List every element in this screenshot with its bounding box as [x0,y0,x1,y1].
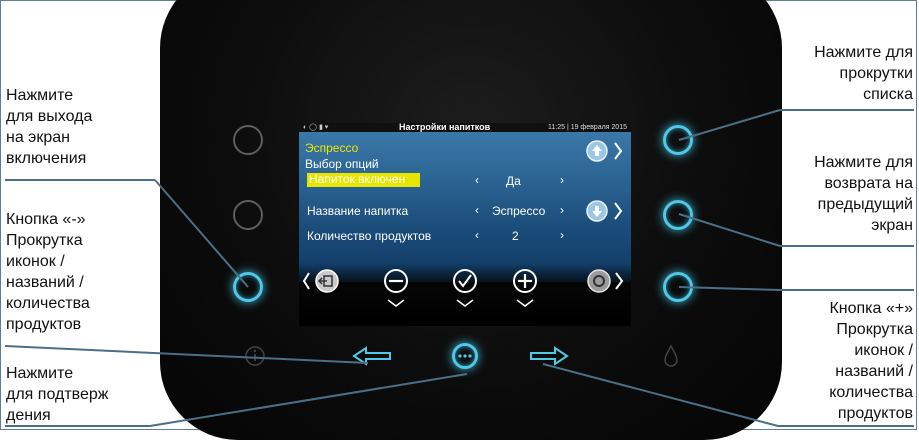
annotation-plus: Кнопка «+» Прокрутка иконок / названий /… [829,300,913,422]
annotation-lines [4,109,914,427]
annotation-minus: Кнопка «-» Прокрутка иконок / названий /… [6,211,90,333]
annotation-exit: Нажмите для выхода на экран включения [6,87,93,167]
annotation-back: Нажмите для возврата на предыдущий экран [814,154,913,234]
annotation-scroll: Нажмите для прокрутки списка [814,44,913,103]
annotation-confirm: Нажмите для подтверж дения [6,365,109,424]
